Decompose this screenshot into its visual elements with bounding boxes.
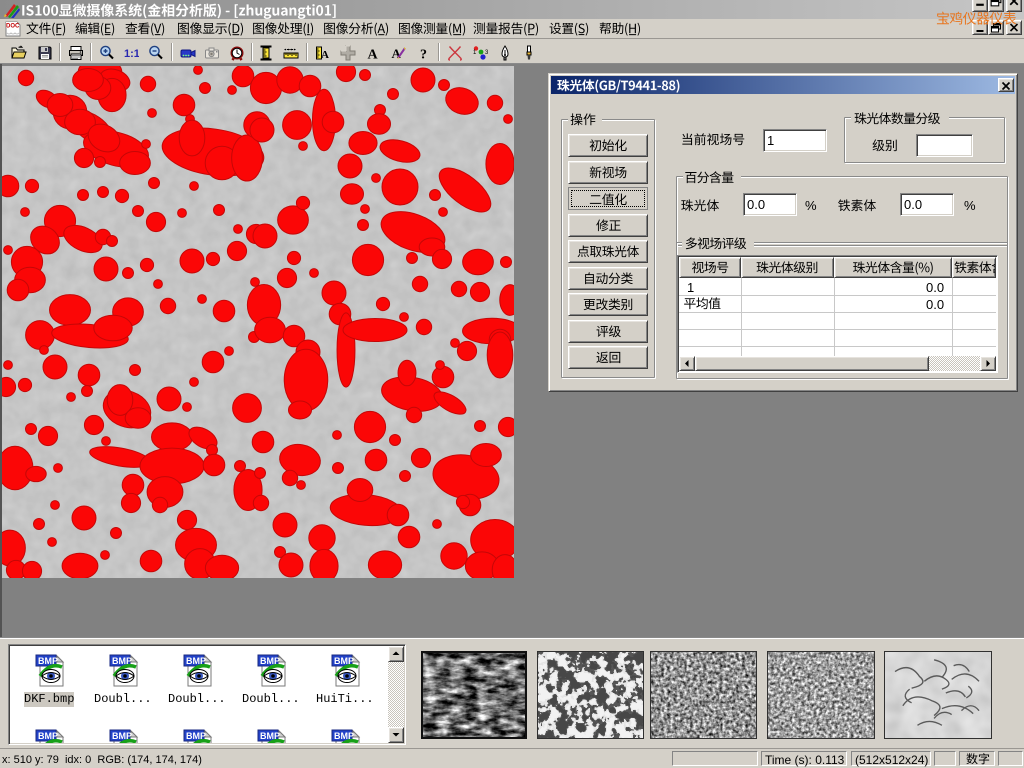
svg-text:A: A <box>321 49 329 61</box>
svg-text:DOC: DOC <box>6 24 20 30</box>
svg-text:A: A <box>368 48 379 62</box>
svg-text:?: ? <box>420 48 427 62</box>
svg-text:1:1: 1:1 <box>124 48 139 60</box>
svg-text:3: 3 <box>485 50 488 56</box>
svg-text:1: 1 <box>473 50 477 56</box>
